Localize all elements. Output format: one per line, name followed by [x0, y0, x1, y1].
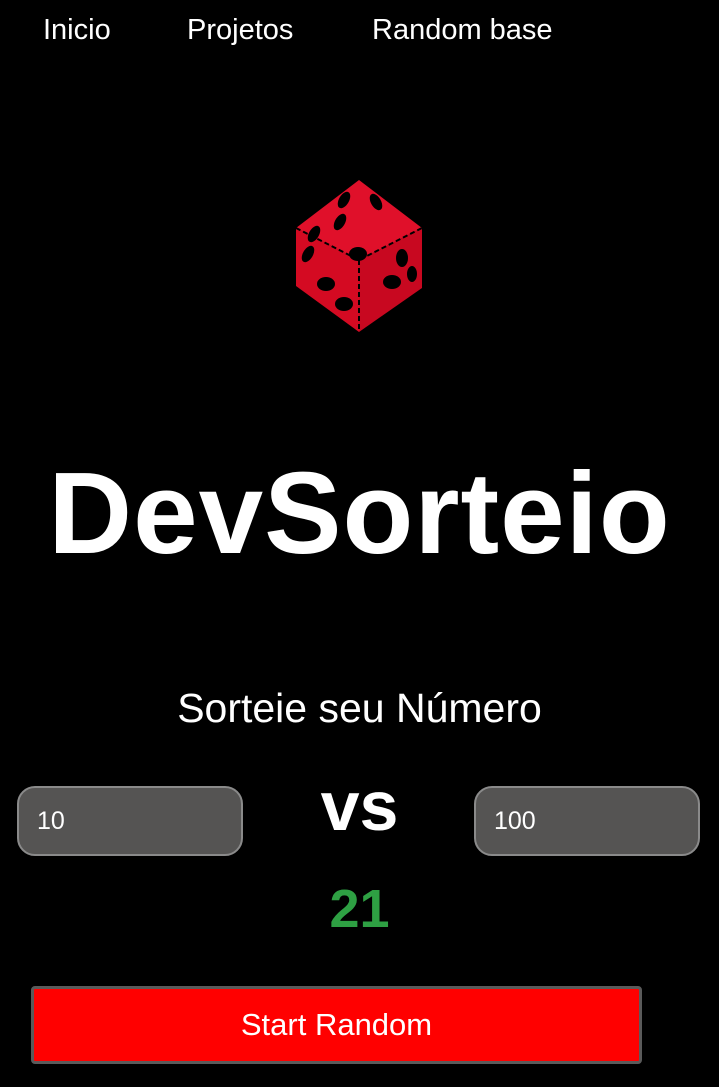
result-number: 21 [329, 879, 390, 939]
start-random-button[interactable]: Start Random [31, 986, 642, 1064]
page-title: DevSorteio [48, 448, 671, 578]
max-number-input[interactable] [474, 786, 700, 856]
top-nav: Inicio Projetos Random base [0, 14, 719, 54]
nav-link-projetos[interactable]: Projetos [187, 14, 293, 47]
nav-link-inicio[interactable]: Inicio [43, 14, 111, 47]
nav-link-random-base[interactable]: Random base [372, 14, 553, 47]
dice-icon [295, 180, 423, 332]
subtitle: Sorteie seu Número [177, 685, 542, 731]
page: Inicio Projetos Random base DevSorteio S… [0, 0, 719, 1087]
